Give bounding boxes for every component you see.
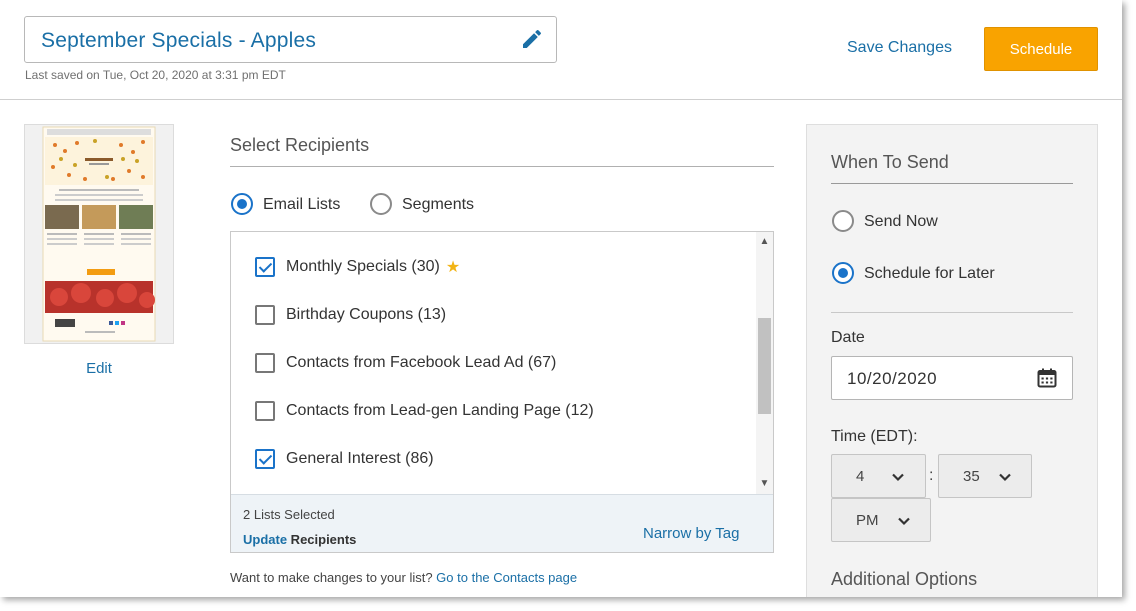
list-item-label: Contacts from Facebook Lead Ad (67): [286, 354, 557, 371]
list-footer: 2 Lists Selected Update Recipients Narro…: [231, 494, 773, 552]
schedule-button[interactable]: Schedule: [984, 27, 1098, 71]
schedule-later-radio[interactable]: [832, 262, 854, 284]
select-recipients-divider: [230, 166, 774, 167]
chevron-down-icon: [898, 517, 910, 526]
lead-gen-landing-page-checkbox[interactable]: [255, 401, 275, 421]
general-interest-checkbox[interactable]: [255, 449, 275, 469]
schedule-later-label: Schedule for Later: [864, 265, 995, 282]
last-saved-text: Last saved on Tue, Oct 20, 2020 at 3:31 …: [25, 68, 286, 82]
segments-label: Segments: [402, 196, 475, 213]
edit-email-link[interactable]: Edit: [24, 360, 174, 377]
header-divider: [0, 99, 1122, 100]
list-item-label: General Interest (86): [286, 450, 434, 467]
update-word: Update: [243, 532, 288, 547]
update-recipients-link[interactable]: Update Recipients: [243, 532, 356, 547]
send-now-label: Send Now: [864, 213, 938, 230]
segments-radio[interactable]: [370, 193, 392, 215]
list-item-lead-gen-landing-page[interactable]: Contacts from Lead-gen Landing Page (12): [255, 399, 594, 423]
campaign-title: September Specials - Apples: [41, 29, 317, 52]
list-item-label: Monthly Specials (30): [286, 258, 440, 275]
ampm-select[interactable]: PM: [831, 498, 931, 542]
scroll-down-arrow-icon[interactable]: ▼: [756, 476, 773, 492]
email-lists-label: Email Lists: [263, 196, 341, 213]
change-list-prompt: Want to make changes to your list? Go to…: [230, 570, 577, 585]
pencil-icon[interactable]: [520, 27, 544, 51]
ampm-value: PM: [856, 512, 879, 529]
star-icon: ★: [445, 259, 461, 276]
hour-value: 4: [856, 468, 865, 485]
email-preview-thumbnail[interactable]: [24, 124, 174, 344]
when-to-send-divider: [831, 183, 1073, 184]
chevron-down-icon: [999, 473, 1011, 482]
list-scrollbar[interactable]: ▲ ▼: [756, 232, 773, 494]
list-item-label: Birthday Coupons (13): [286, 306, 447, 323]
lists-selected-count: 2 Lists Selected: [243, 507, 335, 522]
list-item-general-interest[interactable]: General Interest (86): [255, 447, 434, 471]
time-label: Time (EDT):: [831, 428, 918, 445]
minute-select[interactable]: 35: [938, 454, 1032, 498]
narrow-by-tag-link[interactable]: Narrow by Tag: [643, 525, 739, 542]
recipients-word: Recipients: [287, 532, 357, 547]
campaign-title-field[interactable]: September Specials - Apples: [24, 16, 557, 63]
email-thumbnail-image: [25, 125, 173, 343]
list-item-monthly-specials[interactable]: Monthly Specials (30) ★: [255, 255, 460, 279]
birthday-coupons-checkbox[interactable]: [255, 305, 275, 325]
time-colon: :: [929, 467, 934, 484]
list-item-facebook-lead-ad[interactable]: Contacts from Facebook Lead Ad (67): [255, 351, 556, 375]
date-value: 10/20/2020: [847, 369, 938, 388]
select-recipients-title: Select Recipients: [230, 135, 370, 155]
scroll-up-arrow-icon[interactable]: ▲: [756, 234, 773, 250]
minute-value: 35: [963, 468, 980, 485]
contacts-page-link[interactable]: Go to the Contacts page: [436, 570, 577, 585]
campaign-editor: September Specials - Apples Last saved o…: [0, 0, 1122, 597]
chevron-down-icon: [892, 473, 904, 482]
date-label: Date: [831, 329, 865, 346]
email-lists-box: Monthly Specials (30) ★ Birthday Coupons…: [230, 231, 774, 553]
send-now-radio[interactable]: [832, 210, 854, 232]
date-input[interactable]: 10/20/2020: [831, 356, 1073, 400]
list-item-label: Contacts from Lead-gen Landing Page (12): [286, 402, 594, 419]
email-lists-radio[interactable]: [231, 193, 253, 215]
change-list-text: Want to make changes to your list?: [230, 570, 437, 585]
facebook-lead-ad-checkbox[interactable]: [255, 353, 275, 373]
when-to-send-title: When To Send: [831, 152, 949, 172]
additional-options-title[interactable]: Additional Options: [831, 569, 977, 590]
calendar-icon[interactable]: [1037, 368, 1057, 388]
list-item-birthday-coupons[interactable]: Birthday Coupons (13): [255, 303, 446, 327]
save-changes-link[interactable]: Save Changes: [847, 39, 952, 57]
monthly-specials-checkbox[interactable]: [255, 257, 275, 277]
schedule-divider: [831, 312, 1073, 313]
scroll-thumb[interactable]: [758, 318, 771, 414]
hour-select[interactable]: 4: [831, 454, 926, 498]
